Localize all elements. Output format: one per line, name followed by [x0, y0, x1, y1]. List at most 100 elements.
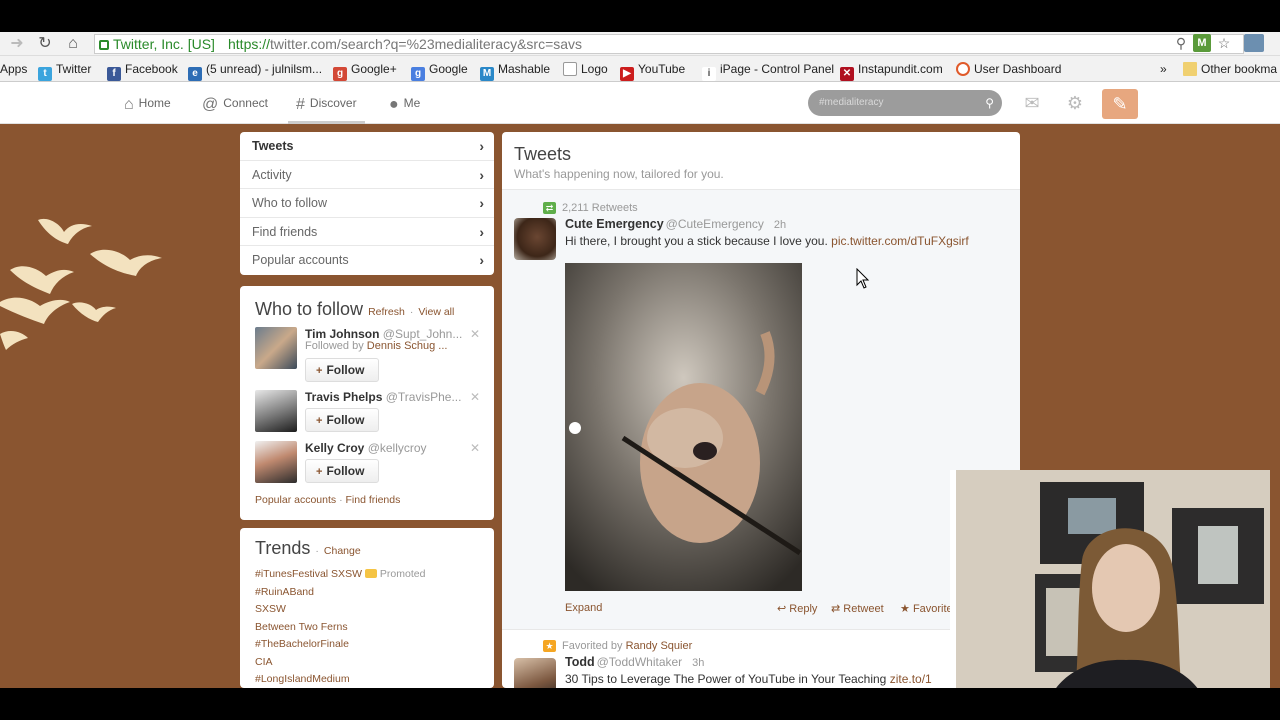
reply-label: Reply — [789, 603, 818, 615]
favorited-by-user-link[interactable]: Randy Squier — [626, 640, 693, 652]
user-name[interactable]: Travis Phelps — [305, 390, 382, 404]
nav-connect[interactable]: @ Connect — [202, 82, 268, 124]
tweet[interactable]: ★ Favorited by Randy Squier Todd @ToddWhit… — [502, 630, 1020, 688]
profile-avatar-icon[interactable] — [1244, 34, 1264, 52]
author-handle[interactable]: @ToddWhitaker — [597, 655, 683, 669]
trend-item[interactable]: #LongIslandMedium — [255, 673, 350, 685]
menu-item-tweets[interactable]: Tweets › — [240, 132, 494, 161]
tweet-media-link[interactable]: pic.twitter.com/dTuFXgsirf — [831, 234, 969, 248]
user-name[interactable]: Tim Johnson — [305, 327, 379, 341]
refresh-link[interactable]: Refresh — [368, 306, 405, 318]
menu-item-find-friends[interactable]: Find friends › — [240, 218, 494, 247]
dismiss-close-icon[interactable]: ✕ — [470, 390, 480, 404]
nav-home[interactable]: ⌂ Home — [124, 82, 171, 124]
envelope-icon[interactable]: ✉ — [1021, 92, 1043, 114]
author-name[interactable]: Todd — [565, 655, 595, 669]
user-name[interactable]: Kelly Croy — [305, 441, 364, 455]
trend-item[interactable]: #iTunesFestival SXSW Promoted — [255, 568, 425, 580]
tweet-timestamp[interactable]: 2h — [774, 219, 786, 231]
expand-link[interactable]: Expand — [565, 602, 602, 614]
dismiss-close-icon[interactable]: ✕ — [470, 441, 480, 455]
bookmark-twitter[interactable]: t Twitter — [38, 56, 91, 81]
gear-icon[interactable]: ⚙ — [1064, 92, 1086, 114]
bookmark-facebook[interactable]: f Facebook — [107, 56, 178, 81]
bookmark-google[interactable]: g Google — [411, 56, 468, 81]
bookmark-youtube[interactable]: ▶ YouTube — [620, 56, 685, 81]
avatar[interactable] — [514, 218, 556, 260]
nav-discover[interactable]: # Discover — [288, 82, 365, 124]
bookmark-user-dashboard[interactable]: User Dashboard — [956, 56, 1061, 81]
instapundit-icon: ✕ — [840, 67, 854, 81]
bookmark-logo[interactable]: Logo — [563, 56, 608, 81]
dismiss-close-icon[interactable]: ✕ — [470, 327, 480, 341]
search-icon[interactable]: ⚲ — [985, 90, 994, 116]
retweet-action[interactable]: ⇄ Retweet — [831, 602, 884, 615]
tweet[interactable]: ⇄ 2,211 Retweets Cute Emergency @CuteEmerg… — [502, 190, 1020, 630]
webcam-overlay — [950, 470, 1270, 710]
bookmark-label: Apps — [0, 62, 28, 76]
house-icon: ⌂ — [124, 96, 134, 113]
trend-item[interactable]: SXSW — [255, 603, 286, 615]
popular-accounts-link[interactable]: Popular accounts — [255, 494, 336, 506]
followed-by: Followed by Dennis Schug ... — [305, 340, 447, 352]
module-title: Who to follow — [255, 299, 364, 319]
avatar[interactable] — [255, 327, 297, 369]
change-trends-link[interactable]: Change — [324, 545, 361, 557]
star-icon: ★ — [543, 640, 556, 652]
bookmark-ipage[interactable]: i iPage - Control Panel — [702, 56, 834, 81]
star-icon[interactable]: ☆ — [1215, 34, 1233, 52]
bookmark-google-plus[interactable]: g Google+ — [333, 56, 397, 81]
bookmark-instapundit[interactable]: ✕ Instapundit.com — [840, 56, 943, 81]
bookmark-label: Google+ — [351, 62, 397, 76]
menu-item-who-to-follow[interactable]: Who to follow › — [240, 189, 494, 218]
trend-item[interactable]: #RuinABand — [255, 586, 314, 598]
follow-button[interactable]: + Follow — [305, 459, 379, 483]
bookmark-label: Instapundit.com — [858, 62, 943, 76]
favorite-action[interactable]: ★ Favorite — [900, 602, 953, 615]
bookmarks-overflow-chevron-icon[interactable]: » — [1160, 56, 1167, 81]
follow-button[interactable]: + Follow — [305, 358, 379, 382]
trend-item[interactable]: CIA — [255, 656, 273, 668]
followed-by-user-link[interactable]: Dennis Schug ... — [367, 340, 448, 352]
bookmark-apps[interactable]: Apps — [0, 56, 28, 81]
compose-tweet-button[interactable]: ✎ — [1102, 89, 1138, 119]
bookmark-label: Facebook — [125, 62, 178, 76]
bookmark-mashable[interactable]: M Mashable — [480, 56, 550, 81]
author-handle[interactable]: @CuteEmergency — [666, 217, 764, 231]
view-all-link[interactable]: View all — [418, 306, 454, 318]
tweet-photo[interactable] — [565, 263, 802, 591]
user-name-line: Tim Johnson @Supt_John... — [305, 327, 462, 341]
reload-icon[interactable]: ↻ — [36, 35, 54, 53]
find-friends-link[interactable]: Find friends — [345, 494, 400, 506]
tweet-stream: Tweets What's happening now, tailored fo… — [502, 132, 1020, 688]
tweet-link[interactable]: zite.to/1 — [890, 672, 932, 686]
address-bar[interactable]: Twitter, Inc. [US] https://twitter.com/s… — [94, 34, 1244, 54]
home-icon[interactable]: ⌂ — [64, 35, 82, 53]
follow-button[interactable]: + Follow — [305, 408, 379, 432]
chevron-right-icon: › — [479, 195, 484, 212]
other-bookmarks[interactable]: Other bookma — [1183, 56, 1277, 81]
browser-toolbar: ➜ ↻ ⌂ Twitter, Inc. [US] https://twitter… — [0, 32, 1280, 56]
tweet-text: Hi there, I brought you a stick because … — [565, 234, 969, 248]
trend-item[interactable]: Between Two Ferns — [255, 621, 348, 633]
reply-action[interactable]: ↩ Reply — [777, 602, 817, 615]
chevron-right-icon: › — [479, 166, 484, 183]
avatar[interactable] — [514, 658, 556, 688]
trend-item[interactable]: #TheBachelorFinale — [255, 638, 349, 650]
bookmark-mail[interactable]: e (5 unread) - julnilsm... — [188, 56, 322, 81]
avatar[interactable] — [255, 441, 297, 483]
search-input[interactable]: #medialiteracy ⚲ — [808, 90, 1002, 116]
forward-arrow-icon[interactable]: ➜ — [8, 35, 26, 53]
avatar[interactable] — [255, 390, 297, 432]
magnifier-icon[interactable]: ⚲ — [1172, 34, 1190, 52]
chevron-right-icon: › — [479, 223, 484, 240]
menu-item-activity[interactable]: Activity › — [240, 161, 494, 190]
author-name[interactable]: Cute Emergency — [565, 217, 664, 231]
nav-me[interactable]: ● Me — [389, 82, 420, 124]
extension-icon[interactable]: M — [1193, 34, 1211, 52]
retweet-label: Retweet — [843, 603, 884, 615]
menu-item-popular-accounts[interactable]: Popular accounts › — [240, 246, 494, 275]
ssl-indicator[interactable]: Twitter, Inc. [US] — [99, 35, 215, 53]
add-user-icon: + — [316, 466, 323, 478]
tweet-timestamp[interactable]: 3h — [692, 657, 704, 669]
